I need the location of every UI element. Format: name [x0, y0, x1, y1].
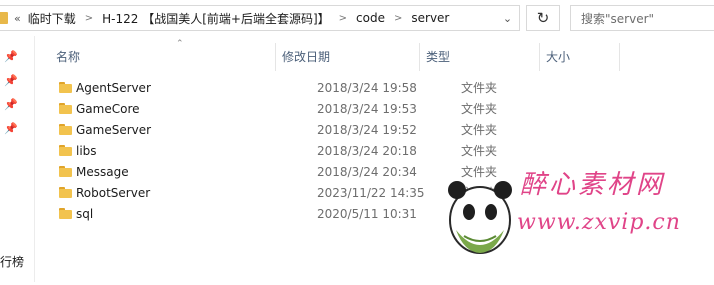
file-type: 文件夹: [461, 123, 498, 137]
watermark-url: www.zxvip.cn: [517, 210, 681, 235]
search-input[interactable]: 搜索"server": [570, 5, 714, 31]
folder-icon: [59, 103, 72, 114]
file-date: 2018/3/24 20:34: [317, 164, 417, 179]
file-name: Message: [76, 164, 129, 179]
pin-icon: 📌: [4, 122, 18, 135]
folder-icon: [59, 166, 72, 177]
breadcrumb-separator-icon[interactable]: >: [85, 13, 93, 24]
watermark: 醉心素材网 www.zxvip.cn: [440, 160, 714, 282]
pin-icon: 📌: [4, 50, 18, 63]
file-date: 2018/3/24 19:53: [317, 101, 417, 116]
breadcrumb-separator-icon[interactable]: >: [394, 13, 402, 24]
address-bar[interactable]: « 临时下载 > H-122 【战国美人[前端+后端全套源码]】 > code …: [0, 5, 520, 31]
file-name: GameServer: [76, 122, 152, 137]
file-date: 2023/11/22 14:35: [317, 185, 425, 200]
file-date: 2018/3/24 19:58: [317, 80, 417, 95]
file-name: sql: [76, 206, 94, 221]
column-header: 名称 修改日期 类型 大小: [35, 43, 620, 71]
folder-icon: [0, 12, 8, 24]
breadcrumb-downloads[interactable]: 临时下载: [27, 10, 77, 27]
folder-icon: [59, 124, 72, 135]
breadcrumb-code[interactable]: code: [355, 11, 386, 25]
file-type: 文件夹: [461, 102, 498, 116]
file-type: 文件夹: [461, 144, 498, 158]
column-name[interactable]: 名称: [35, 43, 276, 71]
file-type: 文件夹: [461, 81, 498, 95]
file-name: GameCore: [76, 101, 140, 116]
file-date: 2018/3/24 20:18: [317, 143, 417, 158]
file-name: AgentServer: [76, 80, 151, 95]
folder-icon: [59, 208, 72, 219]
folder-icon: [59, 187, 72, 198]
breadcrumb-project[interactable]: H-122 【战国美人[前端+后端全套源码]】: [101, 10, 331, 27]
chevron-down-icon[interactable]: ⌄: [495, 5, 520, 31]
overflow-chevrons-icon[interactable]: «: [14, 12, 21, 25]
pin-icon: 📌: [4, 98, 18, 111]
panda-logo-icon: [448, 181, 512, 254]
breadcrumb-server[interactable]: server: [410, 11, 450, 25]
column-date[interactable]: 修改日期: [276, 43, 420, 71]
nav-item-partial[interactable]: 行榜: [0, 253, 24, 270]
refresh-icon[interactable]: ↻: [526, 5, 560, 31]
file-date: 2020/5/11 10:31: [317, 206, 417, 221]
navigation-pane[interactable]: 📌 📌 📌 📌 行榜: [0, 36, 35, 282]
file-name: RobotServer: [76, 185, 151, 200]
file-date: 2018/3/24 19:52: [317, 122, 417, 137]
watermark-title: 醉心素材网: [520, 170, 666, 200]
column-type[interactable]: 类型: [420, 43, 540, 71]
folder-icon: [59, 82, 72, 93]
address-row: « 临时下载 > H-122 【战国美人[前端+后端全套源码]】 > code …: [0, 0, 714, 36]
breadcrumb-separator-icon[interactable]: >: [339, 13, 347, 24]
search-placeholder: 搜索"server": [581, 11, 655, 26]
file-name: libs: [76, 143, 97, 158]
folder-icon: [59, 145, 72, 156]
column-size[interactable]: 大小: [540, 43, 620, 71]
pin-icon: 📌: [4, 74, 18, 87]
